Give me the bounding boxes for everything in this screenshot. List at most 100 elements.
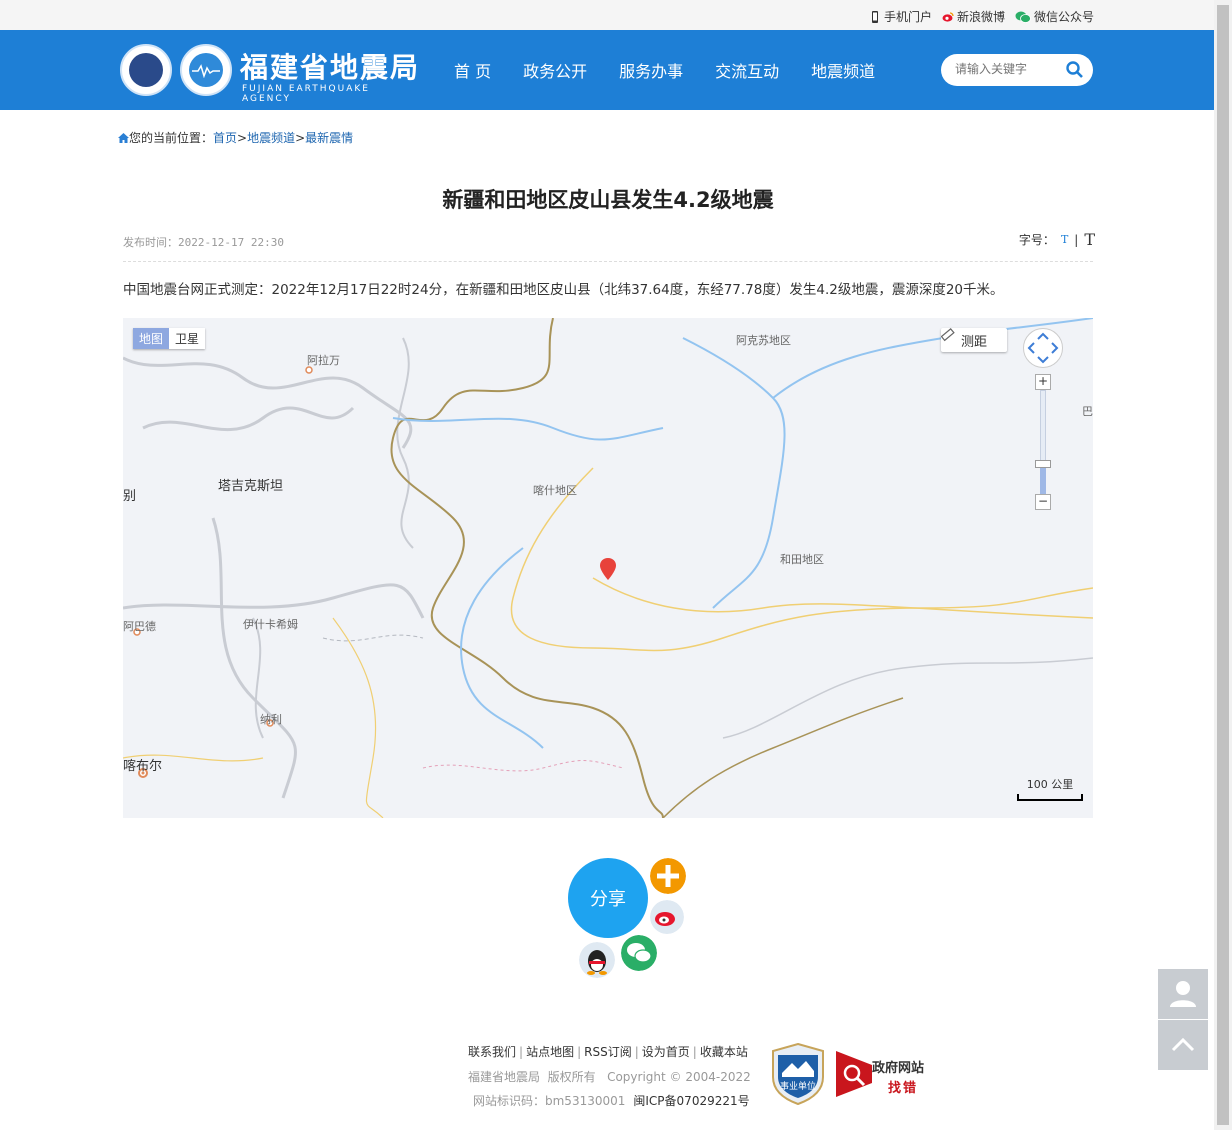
error-report-icon — [836, 1051, 872, 1097]
search-input[interactable] — [953, 61, 1067, 77]
side-tools — [1158, 969, 1208, 1071]
nav-interaction[interactable]: 交流互动 — [715, 58, 779, 82]
main-nav: 首 页 政务公开 服务办事 交流互动 地震频道 — [454, 30, 875, 110]
institution-badge[interactable]: 事业单位 — [772, 1042, 824, 1106]
agency-emblem-icon — [120, 44, 172, 96]
nav-home[interactable]: 首 页 — [454, 58, 491, 82]
epicenter-marker-icon[interactable] — [600, 558, 616, 580]
site-header: 福建省地震局 FUJIAN EARTHQUAKE AGENCY 首 页 政务公开… — [0, 30, 1214, 110]
font-size-sep: | — [1074, 232, 1079, 247]
footer-icp: 网站标识码：bm53130001 闽ICP备07029221号 — [473, 1092, 750, 1109]
institution-badge-label: 事业单位 — [779, 1082, 816, 1092]
top-bar: 手机门户 新浪微博 微信公众号 — [0, 0, 1214, 30]
mobile-icon — [871, 10, 878, 23]
side-user-button[interactable] — [1158, 969, 1208, 1019]
ruler-icon — [941, 328, 955, 342]
map-scale: 100 公里 — [1017, 776, 1083, 801]
breadcrumb: 您的当前位置： 首页 > 地震频道 > 最新震情 — [118, 129, 353, 146]
publish-label: 发布时间： — [123, 236, 178, 249]
zoom-in-button[interactable]: + — [1035, 374, 1051, 390]
measure-label: 测距 — [960, 334, 987, 350]
wechat-icon — [1015, 11, 1031, 23]
footer-rss-link[interactable]: RSS订阅 — [584, 1045, 632, 1059]
home-icon — [118, 132, 129, 143]
share-weibo-icon[interactable] — [650, 900, 684, 934]
breadcrumb-earthquake-channel[interactable]: 地震频道 — [247, 129, 295, 146]
fjea-emblem-icon — [180, 44, 232, 96]
footer-sitemap-link[interactable]: 站点地图 — [526, 1045, 574, 1059]
map-label-alavan: 阿拉万 — [307, 354, 340, 367]
zoom-out-button[interactable]: − — [1035, 494, 1051, 510]
map-label-ishkashim: 伊什卡希姆 — [243, 618, 298, 631]
institution-badge-icon — [772, 1042, 824, 1106]
map-label-ba: 巴 — [1082, 405, 1093, 418]
mobile-portal-link[interactable]: 手机门户 — [869, 8, 932, 25]
footer-site-code: 网站标识码：bm53130001 — [473, 1094, 626, 1108]
footer-contact-link[interactable]: 联系我们 — [468, 1045, 516, 1059]
zoom-slider-handle[interactable] — [1035, 460, 1051, 468]
share-button[interactable]: 分享 — [568, 858, 648, 938]
font-size-control: 字号： T | T — [1019, 230, 1095, 249]
footer-copyright: 福建省地震局 版权所有 Copyright © 2004-2022 — [468, 1070, 751, 1084]
map-label-nali: 纳利 — [260, 713, 282, 726]
chevron-up-icon — [1171, 1037, 1195, 1052]
share-wechat-icon[interactable] — [621, 935, 657, 971]
breadcrumb-sep: > — [237, 130, 248, 145]
map-type-switch: 地图 卫星 — [133, 328, 206, 349]
logo-title-en: FUJIAN EARTHQUAKE AGENCY — [242, 84, 370, 104]
publish-time: 2022-12-17 22:30 — [178, 236, 284, 249]
font-small-button[interactable]: T — [1061, 233, 1068, 246]
logo-title-cn: 福建省地震局 — [240, 51, 421, 84]
share-qq-icon[interactable] — [579, 942, 615, 978]
breadcrumb-sep: > — [295, 130, 306, 145]
search-icon[interactable] — [1065, 60, 1085, 80]
breadcrumb-home[interactable]: 首页 — [213, 129, 237, 146]
map-label-kabul: 喀布尔 — [123, 759, 163, 774]
seismograph-icon — [192, 64, 220, 78]
publish-info: 发布时间：2022-12-17 22:30 — [123, 234, 284, 250]
font-large-button[interactable]: T — [1084, 230, 1095, 249]
map-label-bie: 别 — [123, 489, 137, 504]
map-label-kashgar: 喀什地区 — [533, 484, 577, 497]
weibo-icon — [942, 11, 954, 22]
map-zoom-control: + − — [1035, 374, 1051, 514]
map-label-aksu: 阿克苏地区 — [736, 334, 791, 347]
share-more-icon[interactable] — [650, 858, 686, 894]
footer-links: 联系我们 | 站点地图 | RSS订阅 | 设为首页 | 收藏本站 — [468, 1045, 748, 1059]
back-to-top-button[interactable] — [1158, 1020, 1208, 1070]
nav-government-affairs[interactable]: 政务公开 — [523, 58, 587, 82]
map-label-tajikistan: 塔吉克斯坦 — [218, 479, 284, 494]
article-body: 中国地震台网正式测定：2022年12月17日22时24分，在新疆和田地区皮山县（… — [123, 282, 1004, 298]
site-logo[interactable]: 福建省地震局 FUJIAN EARTHQUAKE AGENCY — [120, 40, 421, 104]
breadcrumb-prefix: 您的当前位置： — [129, 131, 214, 145]
map-label-hotan: 和田地区 — [780, 553, 824, 566]
find-error-label: 找错 — [888, 1081, 919, 1096]
nav-services[interactable]: 服务办事 — [619, 58, 683, 82]
wechat-link[interactable]: 微信公众号 — [1015, 8, 1094, 25]
weibo-link[interactable]: 新浪微博 — [942, 8, 1005, 25]
measure-distance-button[interactable]: 测距 — [941, 328, 1007, 352]
pan-arrows-icon — [1027, 332, 1059, 364]
footer-bookmark-link[interactable]: 收藏本站 — [700, 1045, 748, 1059]
page-scrollbar-thumb[interactable] — [1217, 5, 1229, 1125]
weibo-label: 新浪微博 — [956, 10, 1005, 24]
title-divider — [123, 261, 1093, 262]
epicenter-map[interactable]: 阿拉万 阿克苏地区 巴 塔吉克斯坦 别 喀什地区 和田地区 阿巴德 伊什卡希姆 … — [123, 318, 1093, 818]
map-scale-label: 100 公里 — [1026, 778, 1074, 791]
top-links: 手机门户 新浪微博 微信公众号 — [869, 8, 1094, 25]
breadcrumb-latest-quakes[interactable]: 最新震情 — [305, 129, 353, 146]
nav-earthquake-channel[interactable]: 地震频道 — [811, 58, 875, 82]
user-icon — [1170, 981, 1196, 1007]
article-title: 新疆和田地区皮山县发生4.2级地震 — [442, 188, 774, 212]
gov-site-error-badge[interactable]: 政府网站 找错 — [836, 1051, 936, 1097]
mobile-portal-label: 手机门户 — [883, 10, 932, 24]
map-type-satellite-button[interactable]: 卫星 — [169, 328, 206, 349]
font-size-label: 字号： — [1018, 233, 1055, 247]
search-box — [941, 54, 1093, 86]
footer-set-homepage-link[interactable]: 设为首页 — [642, 1045, 690, 1059]
map-pan-control[interactable] — [1023, 328, 1063, 368]
footer-icp-link[interactable]: 闽ICP备07029221号 — [633, 1094, 749, 1108]
map-type-map-button[interactable]: 地图 — [133, 328, 170, 349]
wechat-label: 微信公众号 — [1033, 10, 1094, 24]
map-label-abad: 阿巴德 — [123, 620, 156, 633]
